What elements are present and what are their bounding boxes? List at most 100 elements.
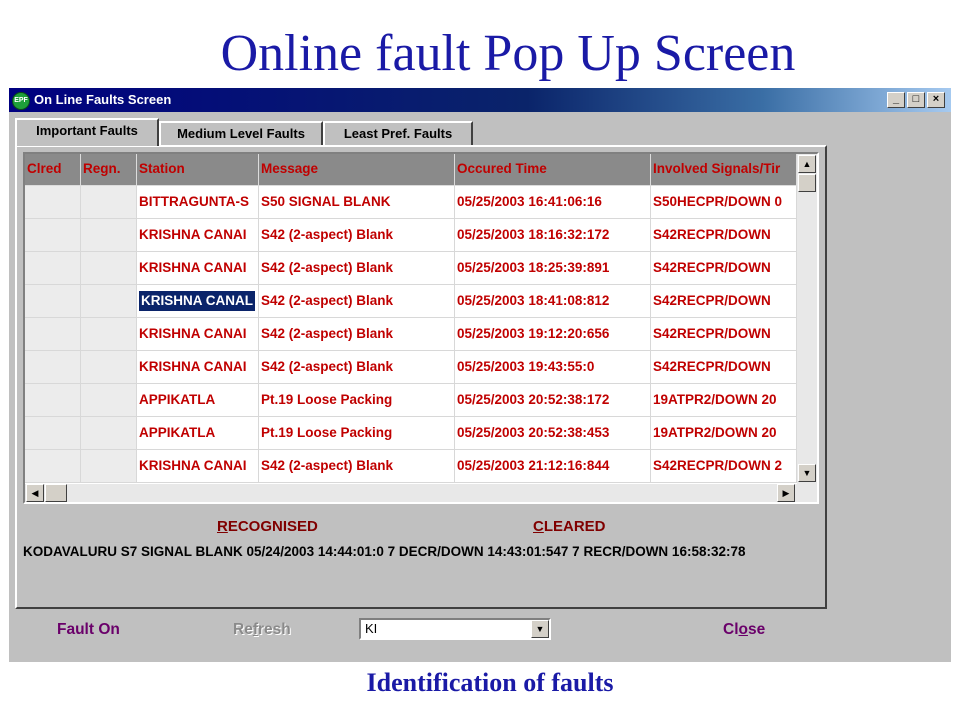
minimize-button[interactable]: _ (887, 92, 905, 108)
recognised-link[interactable]: RECOGNISED (217, 518, 318, 535)
close-label-a: Cl (723, 621, 739, 638)
cell-regn[interactable] (81, 285, 137, 318)
cell-involved-signals[interactable]: S42RECPR/DOWN (651, 219, 797, 252)
cell-involved-signals[interactable]: 19ATPR2/DOWN 20 (651, 384, 797, 417)
column-header-regn[interactable]: Regn. (81, 154, 137, 186)
scroll-left-icon[interactable]: ◀ (26, 484, 44, 502)
cleared-link[interactable]: CLEARED (533, 518, 606, 535)
cell-station[interactable]: KRISHNA CANAI (137, 318, 259, 351)
horizontal-scroll-thumb[interactable] (45, 484, 67, 502)
refresh-label-a: Re (233, 621, 253, 638)
scroll-down-icon[interactable]: ▼ (798, 464, 816, 482)
recognised-label: ECOGNISED (227, 518, 318, 535)
title-bar[interactable]: EPF On Line Faults Screen _ □ × (9, 88, 951, 112)
vertical-scrollbar[interactable]: ▲ ▼ (797, 154, 817, 484)
scroll-up-icon[interactable]: ▲ (798, 155, 816, 173)
cell-clred[interactable] (25, 351, 81, 384)
app-icon: EPF (12, 92, 30, 110)
cell-clred[interactable] (25, 417, 81, 450)
column-header-clred[interactable]: Clred (25, 154, 81, 186)
station-combo-value: KI (365, 621, 378, 636)
cell-occured-time[interactable]: 05/25/2003 19:12:20:656 (455, 318, 651, 351)
cell-message[interactable]: Pt.19 Loose Packing (259, 417, 455, 450)
faults-grid[interactable]: Involved Signals/Tir Occured Time Message S… (23, 152, 819, 504)
cell-occured-time[interactable]: 05/25/2003 18:25:39:891 (455, 252, 651, 285)
cell-occured-time[interactable]: 05/25/2003 16:41:06:16 (455, 186, 651, 219)
column-header-involved-signals[interactable]: Involved Signals/Tir (651, 154, 797, 186)
cell-occured-time[interactable]: 05/25/2003 18:41:08:812 (455, 285, 651, 318)
cell-clred[interactable] (25, 285, 81, 318)
maximize-button[interactable]: □ (907, 92, 925, 108)
column-header-station[interactable]: Station (137, 154, 259, 186)
refresh-button[interactable]: Refresh (233, 621, 291, 639)
cell-station[interactable]: APPIKATLA (137, 384, 259, 417)
horizontal-scrollbar[interactable]: ◀ ▶ (25, 484, 817, 502)
cell-occured-time[interactable]: 05/25/2003 18:16:32:172 (455, 219, 651, 252)
cell-station[interactable]: KRISHNA CANAI (137, 219, 259, 252)
column-header-message[interactable]: Message (259, 154, 455, 186)
tab-medium-level-faults[interactable]: Medium Level Faults (159, 121, 323, 145)
fault-detail-text: KODAVALURU S7 SIGNAL BLANK 05/24/2003 14… (23, 544, 746, 559)
close-label-b: se (747, 621, 766, 638)
cell-message[interactable]: S42 (2-aspect) Blank (259, 285, 455, 318)
cell-station[interactable]: BITTRAGUNTA-S (137, 186, 259, 219)
cell-regn[interactable] (81, 252, 137, 285)
cell-involved-signals[interactable]: S50HECPR/DOWN 0 (651, 186, 797, 219)
cell-clred[interactable] (25, 219, 81, 252)
close-button[interactable]: Close (723, 621, 765, 639)
cell-involved-signals[interactable]: S42RECPR/DOWN (651, 351, 797, 384)
cell-occured-time[interactable]: 05/25/2003 21:12:16:844 (455, 450, 651, 483)
cell-clred[interactable] (25, 384, 81, 417)
fault-on-button[interactable]: Fault On (57, 621, 120, 639)
recognised-hotkey: R (217, 518, 228, 535)
cell-station[interactable]: KRISHNA CANAI (137, 351, 259, 384)
refresh-label-b: resh (258, 621, 291, 638)
cell-message[interactable]: S42 (2-aspect) Blank (259, 219, 455, 252)
close-hotkey: o (738, 621, 748, 638)
cell-regn[interactable] (81, 318, 137, 351)
tab-important-faults[interactable]: Important Faults (15, 118, 159, 146)
slide-title: Online fault Pop Up Screen (220, 25, 796, 82)
slide-caption: Identification of faults (366, 668, 614, 697)
cell-involved-signals[interactable]: S42RECPR/DOWN 2 (651, 450, 797, 483)
window-title: On Line Faults Screen (34, 92, 172, 107)
cell-clred[interactable] (25, 450, 81, 483)
cell-occured-time[interactable]: 05/25/2003 20:52:38:453 (455, 417, 651, 450)
cell-message[interactable]: S42 (2-aspect) Blank (259, 252, 455, 285)
faults-window: EPF On Line Faults Screen _ □ × Importan… (9, 88, 951, 662)
cell-station[interactable]: APPIKATLA (137, 417, 259, 450)
cell-regn[interactable] (81, 417, 137, 450)
column-header-occured-time[interactable]: Occured Time (455, 154, 651, 186)
cell-involved-signals[interactable]: 19ATPR2/DOWN 20 (651, 417, 797, 450)
cell-message[interactable]: S42 (2-aspect) Blank (259, 450, 455, 483)
cell-station[interactable]: KRISHNA CANAL (137, 285, 259, 318)
cell-regn[interactable] (81, 186, 137, 219)
cell-occured-time[interactable]: 05/25/2003 19:43:55:0 (455, 351, 651, 384)
cell-regn[interactable] (81, 351, 137, 384)
scroll-right-icon[interactable]: ▶ (777, 484, 795, 502)
cell-regn[interactable] (81, 384, 137, 417)
cell-regn[interactable] (81, 450, 137, 483)
cleared-label: LEARED (543, 518, 606, 535)
cell-station[interactable]: KRISHNA CANAI (137, 450, 259, 483)
cell-involved-signals[interactable]: S42RECPR/DOWN (651, 252, 797, 285)
cell-message[interactable]: S42 (2-aspect) Blank (259, 318, 455, 351)
cleared-hotkey: C (533, 518, 544, 535)
selected-cell-text: KRISHNA CANAL (138, 290, 256, 312)
chevron-down-icon[interactable]: ▼ (531, 620, 549, 638)
cell-station[interactable]: KRISHNA CANAI (137, 252, 259, 285)
cell-involved-signals[interactable]: S42RECPR/DOWN (651, 318, 797, 351)
station-combo[interactable]: KI ▼ (359, 618, 551, 640)
cell-regn[interactable] (81, 219, 137, 252)
cell-clred[interactable] (25, 186, 81, 219)
cell-message[interactable]: S50 SIGNAL BLANK (259, 186, 455, 219)
close-window-button[interactable]: × (927, 92, 945, 108)
cell-involved-signals[interactable]: S42RECPR/DOWN (651, 285, 797, 318)
cell-clred[interactable] (25, 318, 81, 351)
vertical-scroll-thumb[interactable] (798, 174, 816, 192)
cell-occured-time[interactable]: 05/25/2003 20:52:38:172 (455, 384, 651, 417)
cell-clred[interactable] (25, 252, 81, 285)
cell-message[interactable]: Pt.19 Loose Packing (259, 384, 455, 417)
cell-message[interactable]: S42 (2-aspect) Blank (259, 351, 455, 384)
tab-least-pref-faults[interactable]: Least Pref. Faults (323, 121, 473, 145)
